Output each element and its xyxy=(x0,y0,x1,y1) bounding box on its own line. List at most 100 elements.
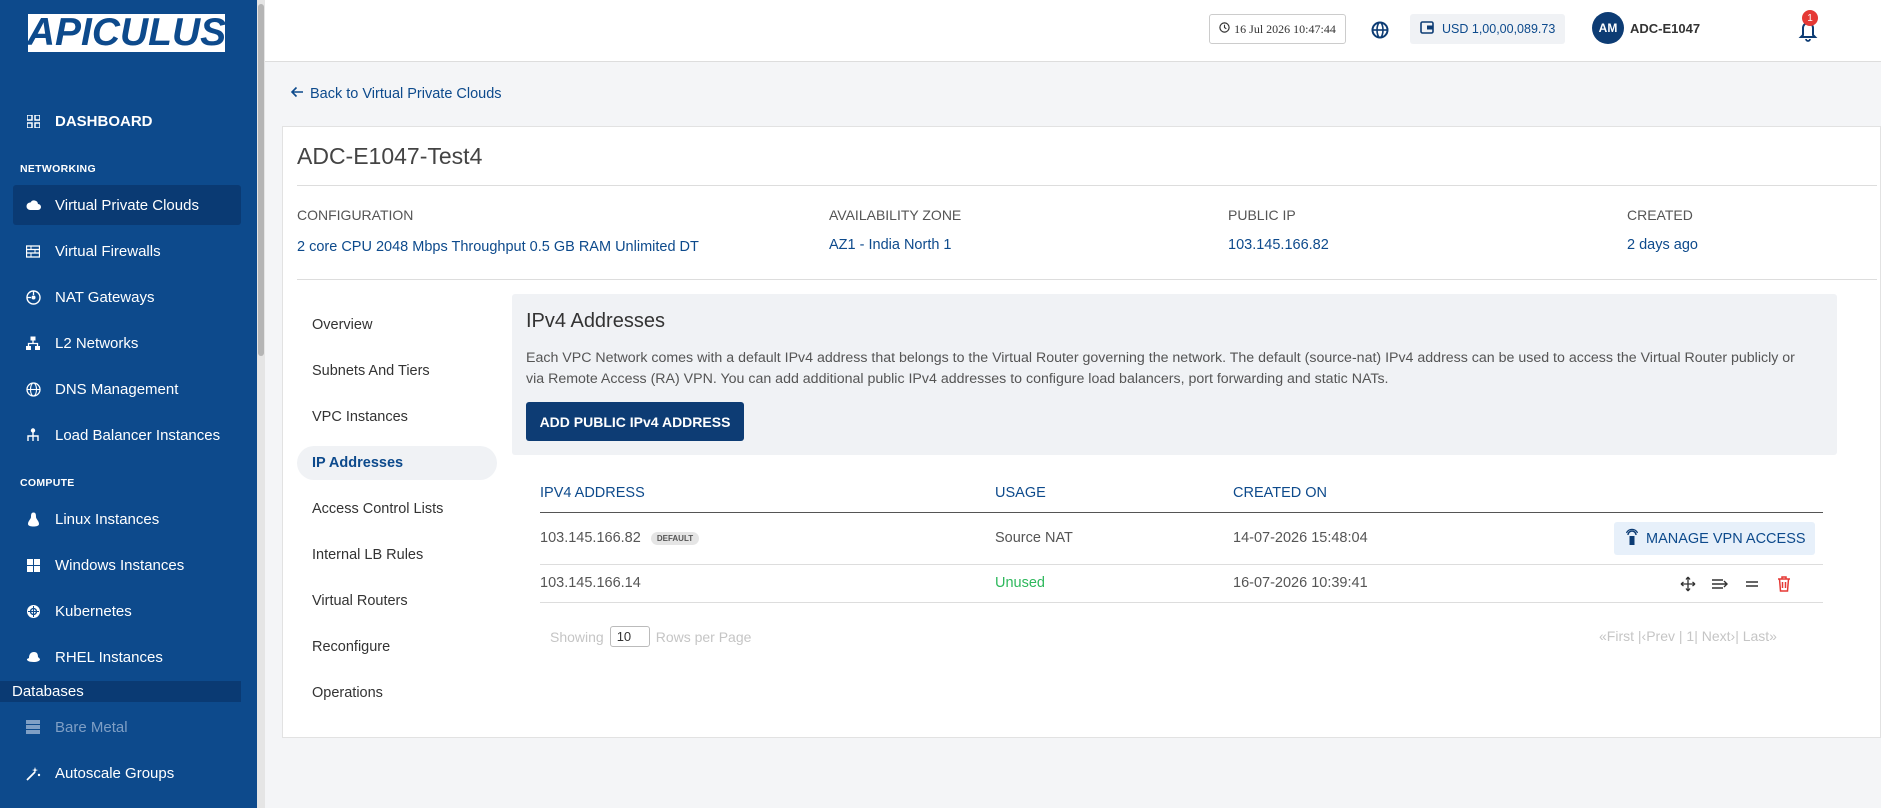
linux-icon xyxy=(25,511,41,527)
top-bar: 16 Jul 2026 10:47:44 USD 1,00,00,089.73 … xyxy=(265,0,1881,62)
tab-virtual-routers[interactable]: Virtual Routers xyxy=(297,584,497,618)
usage-cell: Unused xyxy=(995,575,1045,591)
next-page-link[interactable]: Next› xyxy=(1702,628,1735,644)
column-header-address[interactable]: IPV4 ADDRESS xyxy=(540,485,645,501)
rows-per-page-input[interactable] xyxy=(609,626,650,647)
firewall-icon xyxy=(25,243,41,259)
tab-operations[interactable]: Operations xyxy=(297,676,497,710)
sidebar-item-autoscale[interactable]: Autoscale Groups xyxy=(13,753,241,793)
manage-vpn-access-button[interactable]: MANAGE VPN ACCESS xyxy=(1614,522,1815,555)
arrow-left-icon xyxy=(290,86,304,102)
first-page-link[interactable]: «First xyxy=(1599,628,1634,644)
autoscale-icon xyxy=(25,765,41,781)
prev-page-link[interactable]: ‹Prev xyxy=(1642,628,1675,644)
globe-icon xyxy=(25,381,41,397)
clock-icon xyxy=(1219,21,1230,37)
sidebar-item-kubernetes[interactable]: Kubernetes xyxy=(13,591,241,631)
column-header-created[interactable]: CREATED ON xyxy=(1233,485,1327,501)
sidebar-item-dns[interactable]: DNS Management xyxy=(13,369,241,409)
tab-reconfigure[interactable]: Reconfigure xyxy=(297,630,497,664)
sidebar-item-label: Kubernetes xyxy=(55,602,132,620)
tab-overview[interactable]: Overview xyxy=(297,308,497,342)
equals-icon[interactable] xyxy=(1741,573,1763,595)
rows-per-page-label: Rows per Page xyxy=(655,628,752,645)
avatar[interactable]: AM xyxy=(1592,12,1624,44)
sidebar-item-label: RHEL Instances xyxy=(55,648,163,666)
sidebar-item-linux[interactable]: Linux Instances xyxy=(13,499,241,539)
ip-address-cell: 103.145.166.14 xyxy=(540,575,641,591)
datetime-display: 16 Jul 2026 10:47:44 xyxy=(1209,14,1346,44)
sidebar-item-nat[interactable]: NAT Gateways xyxy=(13,277,241,317)
balance-text: USD 1,00,00,089.73 xyxy=(1442,22,1556,36)
move-icon[interactable] xyxy=(1677,573,1699,595)
logo-text: APICULUS xyxy=(26,11,227,54)
server-icon xyxy=(25,719,41,735)
configuration-label: CONFIGURATION xyxy=(297,207,414,223)
sidebar-item-label: Load Balancer Instances xyxy=(55,426,221,444)
sidebar-scrollbar[interactable] xyxy=(257,0,265,808)
sidebar-item-baremetal[interactable]: Bare Metal xyxy=(13,707,241,747)
sidebar-item-label: L2 Networks xyxy=(55,334,139,352)
pagination-controls: «First |‹Prev | 1| Next›| Last» xyxy=(1599,628,1777,644)
sidebar-item-lb[interactable]: Load Balancer Instances xyxy=(13,415,241,455)
section-compute: COMPUTE xyxy=(20,477,75,489)
tab-acl[interactable]: Access Control Lists xyxy=(297,492,497,526)
username[interactable]: ADC-E1047 xyxy=(1630,21,1700,36)
zone-value: AZ1 - India North 1 xyxy=(829,237,952,253)
sidebar-item-firewalls[interactable]: Virtual Firewalls xyxy=(13,231,241,271)
manage-vpn-label: MANAGE VPN ACCESS xyxy=(1646,530,1806,547)
default-badge: DEFAULT xyxy=(650,531,700,545)
scrollbar-thumb[interactable] xyxy=(258,4,264,356)
section-databases[interactable]: Databases xyxy=(0,681,241,702)
sidebar-item-label: NAT Gateways xyxy=(55,288,155,306)
tab-internal-lb[interactable]: Internal LB Rules xyxy=(297,538,497,572)
zone-label: AVAILABILITY ZONE xyxy=(829,207,962,223)
datetime-text: 16 Jul 2026 10:47:44 xyxy=(1234,21,1336,36)
vpc-detail-card: ADC-E1047-Test4 CONFIGURATION 2 core CPU… xyxy=(282,126,1881,738)
created-label: CREATED xyxy=(1627,207,1693,223)
sidebar-item-rhel[interactable]: RHEL Instances xyxy=(13,637,241,677)
sidebar-item-label: Virtual Firewalls xyxy=(55,242,161,260)
apiculus-logo[interactable]: APICULUS xyxy=(26,11,227,54)
configuration-value: 2 core CPU 2048 Mbps Throughput 0.5 GB R… xyxy=(297,239,699,255)
network-icon xyxy=(25,335,41,351)
pagination-separator: | xyxy=(1678,628,1683,644)
wallet-balance[interactable]: USD 1,00,00,089.73 xyxy=(1410,14,1565,44)
created-cell: 16-07-2026 10:39:41 xyxy=(1233,575,1368,591)
pagination-separator: | xyxy=(1735,628,1739,644)
row-divider xyxy=(540,602,1823,603)
pagination-left: Showing Rows per Page xyxy=(550,626,751,647)
back-link[interactable]: Back to Virtual Private Clouds xyxy=(290,86,502,102)
kubernetes-icon xyxy=(25,603,41,619)
header-divider xyxy=(540,512,1823,513)
sidebar-item-label: DASHBOARD xyxy=(55,112,153,130)
last-page-link[interactable]: Last» xyxy=(1743,628,1777,644)
sidebar-item-label: DNS Management xyxy=(55,380,179,398)
vpn-icon xyxy=(1625,528,1639,550)
row-divider xyxy=(540,564,1823,565)
sidebar-item-dashboard[interactable]: DASHBOARD xyxy=(13,101,241,141)
section-networking: NETWORKING xyxy=(20,163,96,175)
cloud-icon xyxy=(25,197,41,213)
language-globe-icon[interactable] xyxy=(1368,18,1392,42)
sidebar-item-label: Bare Metal xyxy=(55,718,128,736)
sidebar-item-l2[interactable]: L2 Networks xyxy=(13,323,241,363)
add-public-ip-button[interactable]: ADD PUBLIC IPv4 ADDRESS xyxy=(526,402,744,441)
tab-vpc-instances[interactable]: VPC Instances xyxy=(297,400,497,434)
forward-icon[interactable] xyxy=(1709,573,1731,595)
panel-title: IPv4 Addresses xyxy=(526,310,665,332)
column-header-usage[interactable]: USAGE xyxy=(995,485,1046,501)
sidebar-item-windows[interactable]: Windows Instances xyxy=(13,545,241,585)
panel-description: Each VPC Network comes with a default IP… xyxy=(526,350,1795,387)
redhat-icon xyxy=(25,649,41,665)
sidebar-item-label: Autoscale Groups xyxy=(55,764,175,782)
sidebar-item-vpc[interactable]: Virtual Private Clouds xyxy=(13,185,241,225)
pagination-separator: | xyxy=(1694,628,1698,644)
trash-icon[interactable] xyxy=(1773,573,1795,595)
ip-address-text: 103.145.166.82 xyxy=(540,530,641,546)
notification-badge: 1 xyxy=(1802,10,1818,26)
grid-icon xyxy=(25,113,41,129)
showing-label: Showing xyxy=(550,628,604,645)
tab-ip-addresses[interactable]: IP Addresses xyxy=(297,446,497,480)
tab-subnets[interactable]: Subnets And Tiers xyxy=(297,354,497,388)
